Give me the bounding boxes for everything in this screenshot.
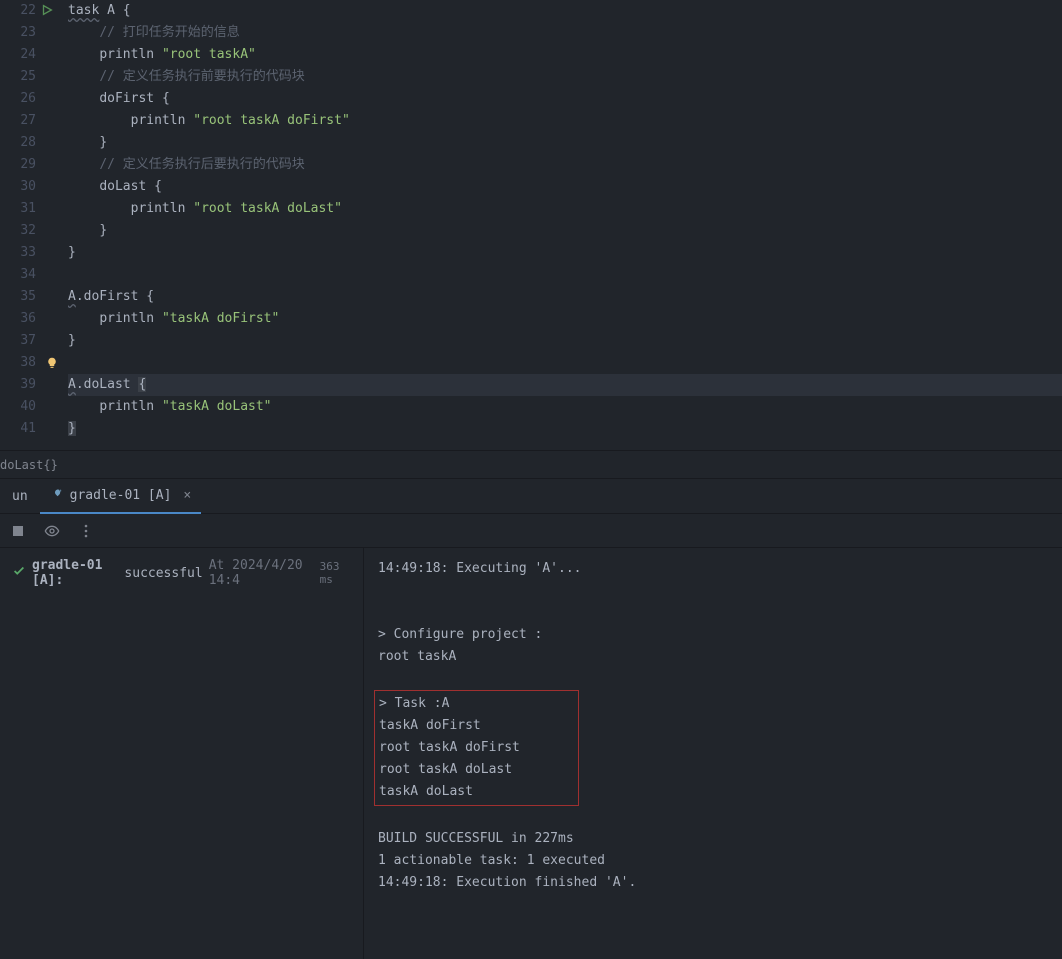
stop-button[interactable] xyxy=(10,523,26,539)
code-line[interactable]: println "taskA doLast" xyxy=(68,396,1062,418)
console-output[interactable]: 14:49:18: Executing 'A'... > Configure p… xyxy=(364,548,1062,959)
code-line[interactable]: } xyxy=(68,220,1062,242)
toggle-view-button[interactable] xyxy=(44,523,60,539)
code-line[interactable]: println "root taskA" xyxy=(68,44,1062,66)
bulb-icon[interactable] xyxy=(46,355,58,377)
line-number: 28 xyxy=(0,132,36,154)
code-line[interactable]: println "taskA doFirst" xyxy=(68,308,1062,330)
run-toolbar xyxy=(0,514,1062,548)
line-number: 27 xyxy=(0,110,36,132)
code-editor[interactable]: 2223242526272829303132333435363738394041… xyxy=(0,0,1062,450)
code-line[interactable]: A.doFirst { xyxy=(68,286,1062,308)
line-number: 39 xyxy=(0,374,36,396)
code-line[interactable]: println "root taskA doLast" xyxy=(68,198,1062,220)
line-number: 29 xyxy=(0,154,36,176)
line-number: 35 xyxy=(0,286,36,308)
line-gutter: 2223242526272829303132333435363738394041 xyxy=(0,0,44,450)
line-number: 32 xyxy=(0,220,36,242)
line-number: 38 xyxy=(0,352,36,374)
task-time: At 2024/4/20 14:4 xyxy=(209,558,314,588)
code-line[interactable]: } xyxy=(68,242,1062,264)
code-line[interactable] xyxy=(68,264,1062,286)
line-number: 33 xyxy=(0,242,36,264)
code-line[interactable]: // 打印任务开始的信息 xyxy=(68,22,1062,44)
gradle-icon xyxy=(50,486,64,504)
code-line[interactable]: doFirst { xyxy=(68,88,1062,110)
close-icon[interactable]: × xyxy=(183,488,191,503)
run-tabs: un gradle-01 [A] × xyxy=(0,479,1062,514)
code-line[interactable] xyxy=(68,352,1062,374)
task-result: successful xyxy=(124,566,202,581)
line-number: 25 xyxy=(0,66,36,88)
run-tab-label[interactable]: un xyxy=(0,489,40,504)
code-line[interactable]: } xyxy=(68,132,1062,154)
line-number: 30 xyxy=(0,176,36,198)
line-number: 26 xyxy=(0,88,36,110)
run-gutter-icon[interactable] xyxy=(40,3,54,25)
code-line[interactable]: } xyxy=(68,330,1062,352)
task-name: gradle-01 [A]: xyxy=(32,558,118,588)
run-panel: un gradle-01 [A] × gradle-01 [A]: xyxy=(0,478,1062,959)
highlighted-output: > Task :A taskA doFirst root taskA doFir… xyxy=(374,690,579,806)
tab-gradle-run[interactable]: gradle-01 [A] × xyxy=(40,479,202,514)
line-number: 31 xyxy=(0,198,36,220)
code-line[interactable]: doLast { xyxy=(68,176,1062,198)
line-number: 22 xyxy=(0,0,36,22)
breadcrumb[interactable]: doLast{} xyxy=(0,450,1062,478)
code-line[interactable]: println "root taskA doFirst" xyxy=(68,110,1062,132)
task-status-row[interactable]: gradle-01 [A]: successful At 2024/4/20 1… xyxy=(12,558,351,588)
check-icon xyxy=(12,564,26,582)
tab-label: gradle-01 [A] xyxy=(70,488,172,503)
line-number: 37 xyxy=(0,330,36,352)
code-line[interactable]: // 定义任务执行后要执行的代码块 xyxy=(68,154,1062,176)
line-number: 24 xyxy=(0,44,36,66)
line-number: 23 xyxy=(0,22,36,44)
code-line[interactable]: A.doLast { xyxy=(68,374,1062,396)
task-tree[interactable]: gradle-01 [A]: successful At 2024/4/20 1… xyxy=(0,548,364,959)
more-icon[interactable] xyxy=(78,523,94,539)
output-area: gradle-01 [A]: successful At 2024/4/20 1… xyxy=(0,548,1062,959)
code-line[interactable]: // 定义任务执行前要执行的代码块 xyxy=(68,66,1062,88)
line-number: 41 xyxy=(0,418,36,440)
task-duration: 363 ms xyxy=(320,560,351,586)
code-content[interactable]: task A { // 打印任务开始的信息 println "root task… xyxy=(44,0,1062,450)
line-number: 40 xyxy=(0,396,36,418)
line-number: 36 xyxy=(0,308,36,330)
code-line[interactable]: task A { xyxy=(68,0,1062,22)
code-line[interactable]: } xyxy=(68,418,1062,440)
line-number: 34 xyxy=(0,264,36,286)
